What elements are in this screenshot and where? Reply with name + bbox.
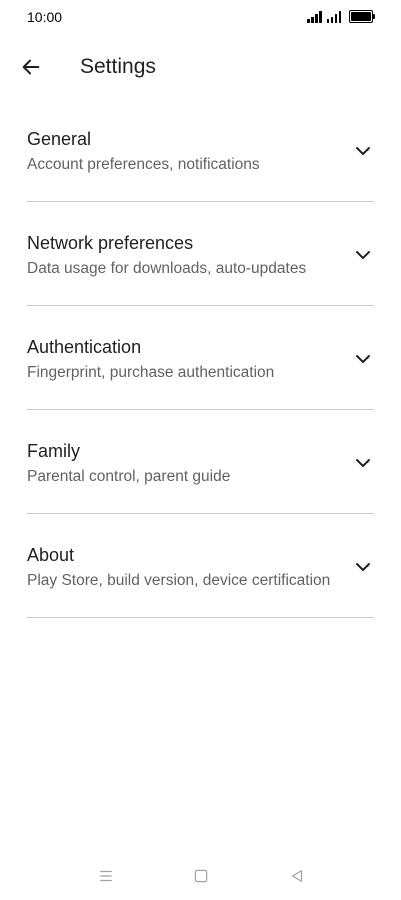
- status-bar: 10:00: [0, 0, 401, 36]
- settings-list: General Account preferences, notificatio…: [0, 98, 401, 618]
- signal-icon: [326, 11, 341, 23]
- home-square-icon: [194, 869, 208, 883]
- settings-item-title: About: [27, 545, 75, 565]
- settings-item-subtitle: Fingerprint, purchase authentication: [27, 364, 275, 381]
- back-triangle-icon: [291, 870, 303, 882]
- settings-item-title: Network preferences: [27, 233, 194, 253]
- chevron-down-icon[interactable]: [351, 243, 375, 267]
- settings-item-family[interactable]: Family Parental control, parent guide: [0, 410, 401, 514]
- settings-item-about[interactable]: About Play Store, build version, device …: [0, 514, 401, 618]
- page-title: Settings: [80, 55, 156, 78]
- settings-item-subtitle: Play Store, build version, device certif…: [27, 572, 331, 589]
- chevron-down-icon[interactable]: [351, 555, 375, 579]
- chevron-down-icon[interactable]: [351, 347, 375, 371]
- menu-icon: [100, 870, 112, 882]
- app-bar: Settings: [0, 44, 401, 90]
- home-button[interactable]: [189, 864, 213, 888]
- divider: [27, 617, 374, 618]
- recent-apps-button[interactable]: [94, 864, 118, 888]
- settings-item-subtitle: Data usage for downloads, auto-updates: [27, 260, 307, 277]
- back-button[interactable]: [14, 50, 48, 84]
- signal-icon: [307, 11, 322, 23]
- system-back-button[interactable]: [285, 864, 309, 888]
- settings-item-general[interactable]: General Account preferences, notificatio…: [0, 98, 401, 202]
- settings-item-title: Family: [27, 441, 80, 461]
- settings-item-network-preferences[interactable]: Network preferences Data usage for downl…: [0, 202, 401, 306]
- arrow-left-icon: [22, 59, 40, 75]
- settings-item-title: Authentication: [27, 337, 142, 357]
- system-nav-bar: [0, 856, 401, 896]
- status-icons: [307, 10, 375, 23]
- settings-item-authentication[interactable]: Authentication Fingerprint, purchase aut…: [0, 306, 401, 410]
- settings-item-subtitle: Parental control, parent guide: [27, 468, 231, 485]
- settings-item-title: General: [27, 129, 92, 149]
- status-time: 10:00: [27, 9, 63, 25]
- battery-icon: [349, 10, 375, 23]
- settings-item-subtitle: Account preferences, notifications: [27, 156, 260, 173]
- chevron-down-icon[interactable]: [351, 139, 375, 163]
- chevron-down-icon[interactable]: [351, 451, 375, 475]
